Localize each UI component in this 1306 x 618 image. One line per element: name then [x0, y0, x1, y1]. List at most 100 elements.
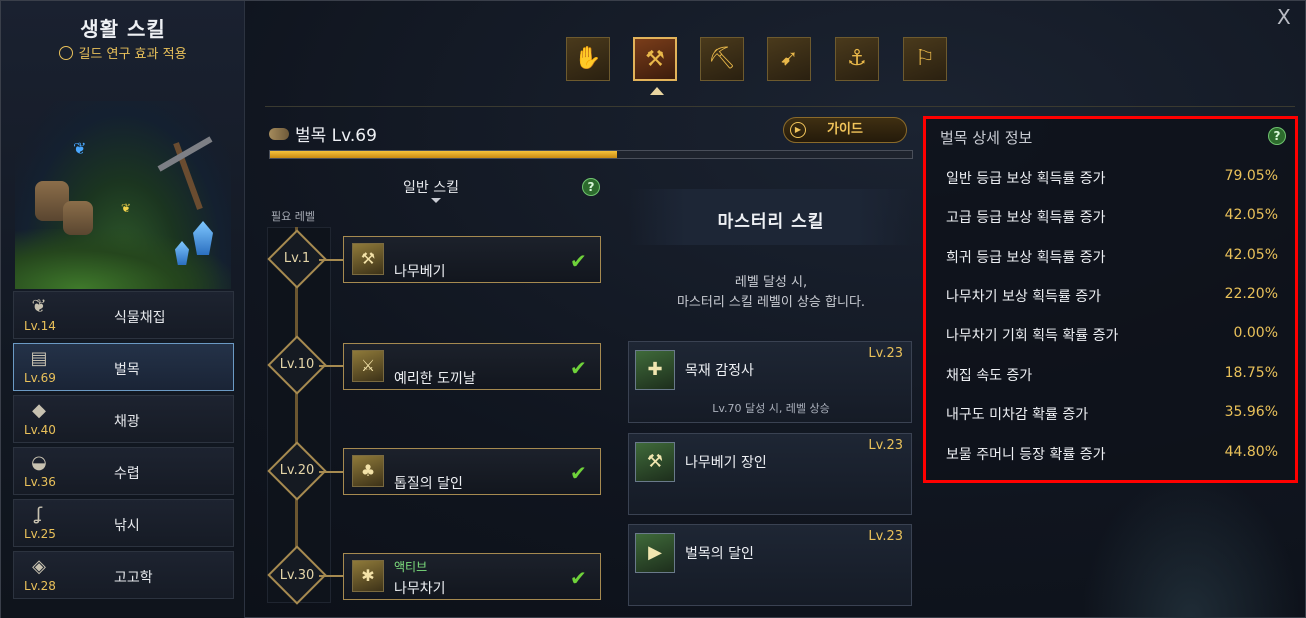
category-level: Lv.36 — [24, 475, 56, 489]
normal-skill-card[interactable]: ♣ 톱질의 달인 ✔ — [343, 448, 601, 495]
stat-label: 희귀 등급 보상 획득률 증가 — [946, 250, 1106, 266]
log-stump-illustration — [63, 201, 93, 235]
stat-label: 일반 등급 보상 획득률 증가 — [946, 171, 1106, 187]
stat-row: 나무차기 보상 획득률 증가 22.20% — [946, 286, 1288, 306]
node-connector — [319, 365, 345, 367]
mastery-skill-card[interactable]: ⚒ 나무베기 장인 Lv.23 — [628, 433, 912, 515]
stat-value: 42.05% — [1224, 247, 1278, 263]
stat-value: 44.80% — [1224, 444, 1278, 460]
butterfly-icon: ❦ — [121, 201, 132, 215]
mining-tool-icon[interactable]: ⛏ — [700, 37, 744, 81]
category-level: Lv.14 — [24, 319, 56, 333]
category-item[interactable]: ◆ Lv.40 채광 — [13, 395, 234, 443]
logging-tool-icon[interactable]: ⚒ — [633, 37, 677, 81]
skill-tag: 액티브 — [394, 560, 428, 574]
required-level: Lv.30 — [279, 568, 315, 583]
logging-master-icon: ▶ — [635, 533, 675, 573]
chop-master-icon: ⚒ — [635, 442, 675, 482]
fishing-tool-icon[interactable]: ⚓ — [835, 37, 879, 81]
normal-skill-card[interactable]: ⚔ 예리한 도끼날 ✔ — [343, 343, 601, 390]
window-title: 생활 스킬 — [80, 17, 166, 41]
category-name: 식물채집 — [114, 310, 166, 326]
stat-value: 18.75% — [1224, 365, 1278, 381]
ore-icon: ◆ — [32, 400, 46, 421]
normal-skill-card[interactable]: ⚒ 나무베기 ✔ — [343, 236, 601, 283]
gathering-tool-icon[interactable]: ✋ — [566, 37, 610, 81]
skill-name: 톱질의 달인 — [394, 476, 463, 492]
category-name: 낚시 — [114, 518, 140, 534]
category-item[interactable]: ❦ Lv.14 식물채집 — [13, 291, 234, 339]
category-level: Lv.40 — [24, 423, 56, 437]
stat-value: 35.96% — [1224, 404, 1278, 420]
stat-label: 고급 등급 보상 획득률 증가 — [946, 210, 1106, 226]
play-icon: ▶ — [790, 122, 806, 138]
category-item[interactable]: ▤ Lv.69 벌목 — [13, 343, 234, 391]
skill-header: 벌목 Lv.69 — [269, 121, 377, 146]
sprout-icon: ❦ — [31, 296, 47, 317]
caret-down-icon — [431, 198, 441, 203]
category-level: Lv.28 — [24, 579, 56, 593]
node-connector — [319, 259, 345, 261]
life-skill-window: 생활 스킬 길드 연구 효과 적용 ❦ ❦ ❦ Lv.14 식물채집 ▤ Lv.… — [0, 0, 1306, 618]
stat-row: 나무차기 기회 획득 확률 증가 0.00% — [946, 325, 1288, 345]
chop-icon: ⚒ — [352, 243, 384, 275]
skill-exp-bar — [269, 150, 913, 159]
log-icon: ▤ — [30, 348, 48, 369]
stat-row: 내구도 미차감 확률 증가 35.96% — [946, 404, 1288, 424]
category-item[interactable]: ◒ Lv.36 수렵 — [13, 447, 234, 495]
normal-skill-help-button[interactable]: ? — [582, 178, 600, 196]
divider — [265, 106, 1295, 107]
learned-check-icon: ✔ — [570, 356, 587, 380]
skill-name: 나무차기 — [394, 581, 446, 597]
detail-title: 벌목 상세 정보 — [940, 129, 1033, 147]
mastery-description: 레벨 달성 시, 마스터리 스킬 레벨이 상승 합니다. — [629, 273, 913, 313]
mastery-skill-name: 나무베기 장인 — [685, 455, 767, 471]
close-button[interactable]: X — [1277, 5, 1291, 29]
kick-tree-icon: ✱ — [352, 560, 384, 592]
stat-row: 채집 속도 증가 18.75% — [946, 365, 1288, 385]
category-list: ❦ Lv.14 식물채집 ▤ Lv.69 벌목 ◆ Lv.40 채광 ◒ Lv.… — [13, 291, 234, 603]
normal-skill-card[interactable]: ✱ 액티브 나무차기 ✔ — [343, 553, 601, 600]
hunting-tool-icon[interactable]: ➹ — [767, 37, 811, 81]
mastery-description-line: 레벨 달성 시, — [734, 275, 808, 290]
category-item[interactable]: ◈ Lv.28 고고학 — [13, 551, 234, 599]
axe-blade-icon: ⚔ — [352, 350, 384, 382]
skill-name: 나무베기 — [394, 264, 446, 280]
log-icon — [269, 128, 289, 140]
stat-value: 22.20% — [1224, 286, 1278, 302]
left-panel: 생활 스킬 길드 연구 효과 적용 ❦ ❦ ❦ Lv.14 식물채집 ▤ Lv.… — [1, 1, 245, 618]
mastery-skill-name: 목재 감정사 — [685, 363, 754, 379]
mastery-title: 마스터리 스킬 — [717, 212, 825, 232]
guide-button[interactable]: ▶ 가이드 — [783, 117, 907, 143]
guild-research-label: 길드 연구 효과 적용 — [1, 43, 245, 62]
stat-row: 고급 등급 보상 획득률 증가 42.05% — [946, 207, 1288, 227]
required-level: Lv.20 — [279, 463, 315, 478]
stat-value: 79.05% — [1224, 168, 1278, 184]
category-level: Lv.69 — [24, 371, 56, 385]
category-name: 수렵 — [114, 466, 140, 482]
mastery-skill-card[interactable]: ✚ 목재 감정사 Lv.23 Lv.70 달성 시, 레벨 상승 — [628, 341, 912, 423]
category-level: Lv.25 — [24, 527, 56, 541]
normal-skill-header: 일반 스킬 — [403, 180, 459, 196]
detail-info-panel: 벌목 상세 정보 ? 일반 등급 보상 획득률 증가 79.05% 고급 등급 보… — [923, 116, 1298, 483]
learned-check-icon: ✔ — [570, 249, 587, 273]
wood-appraiser-icon: ✚ — [635, 350, 675, 390]
excavating-tool-icon[interactable]: ⚐ — [903, 37, 947, 81]
node-connector — [319, 471, 345, 473]
stat-row: 희귀 등급 보상 획득률 증가 42.05% — [946, 247, 1288, 267]
stat-value: 0.00% — [1233, 325, 1278, 341]
stat-label: 나무차기 보상 획득률 증가 — [946, 289, 1102, 305]
stat-label: 채집 속도 증가 — [946, 368, 1033, 384]
detail-help-button[interactable]: ? — [1268, 127, 1286, 145]
required-level: Lv.10 — [279, 357, 315, 372]
category-name: 벌목 — [114, 362, 140, 378]
hook-icon: ʆ — [35, 504, 43, 525]
tree-saw-icon: ♣ — [352, 455, 384, 487]
mastery-skill-level: Lv.23 — [868, 529, 903, 544]
relic-icon: ◈ — [32, 556, 46, 577]
skill-exp-fill — [270, 151, 617, 158]
stat-label: 내구도 미차감 확률 증가 — [946, 407, 1089, 423]
mastery-skill-card[interactable]: ▶ 벌목의 달인 Lv.23 — [628, 524, 912, 606]
category-item[interactable]: ʆ Lv.25 낚시 — [13, 499, 234, 547]
mastery-skill-note: Lv.70 달성 시, 레벨 상승 — [712, 402, 830, 415]
